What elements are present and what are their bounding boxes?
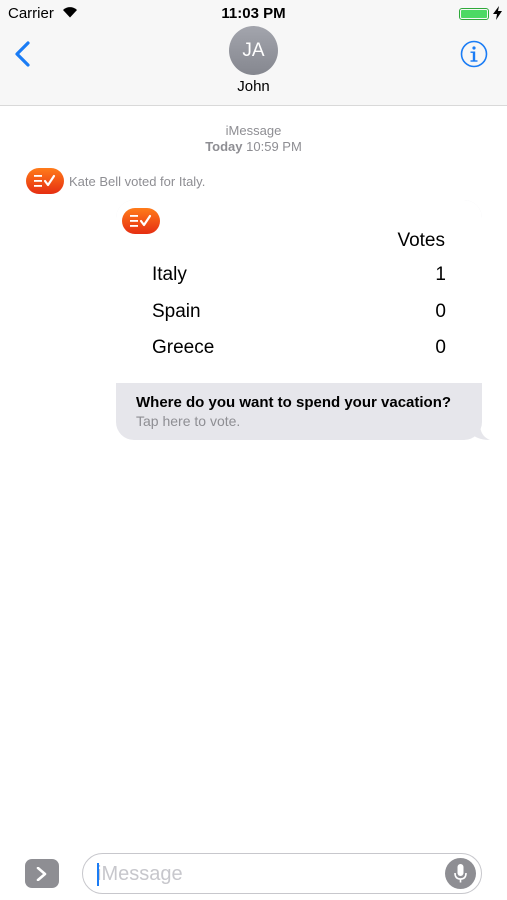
status-bar: Carrier 11:03 PM xyxy=(0,0,507,28)
clock: 11:03 PM xyxy=(221,5,286,22)
chevron-right-icon xyxy=(36,867,47,881)
poll-app-icon xyxy=(122,208,160,234)
charging-bolt-icon xyxy=(493,6,502,20)
poll-option-row: Greece 0 xyxy=(152,337,446,363)
contact-name[interactable]: John xyxy=(0,78,507,95)
dictation-button[interactable] xyxy=(445,858,476,889)
poll-option-name: Greece xyxy=(152,337,215,358)
vote-notice: Kate Bell voted for Italy. xyxy=(69,174,206,189)
info-icon[interactable] xyxy=(460,40,488,68)
back-chevron-icon[interactable] xyxy=(12,40,34,68)
timestamp-day: Today xyxy=(205,139,243,154)
tap-to-vote-hint: Tap here to vote. xyxy=(136,413,241,429)
poll-results-card: Votes Italy 1 Spain 0 Greece 0 xyxy=(116,200,482,383)
message-input-container[interactable] xyxy=(82,853,482,894)
poll-option-votes: 0 xyxy=(435,301,446,322)
poll-message-bubble[interactable]: Votes Italy 1 Spain 0 Greece 0 Where do … xyxy=(116,200,490,440)
battery-icon xyxy=(459,8,489,20)
poll-option-votes: 1 xyxy=(435,264,446,285)
timestamp-time: 10:59 PM xyxy=(246,139,302,154)
poll-question: Where do you want to spend your vacation… xyxy=(136,394,452,411)
battery-level xyxy=(461,10,487,18)
message-timestamp: Today 10:59 PM xyxy=(0,139,507,154)
service-label: iMessage xyxy=(225,123,282,138)
poll-option-row: Italy 1 xyxy=(152,264,446,290)
text-caret xyxy=(97,863,99,886)
poll-option-votes: 0 xyxy=(435,337,446,358)
microphone-icon xyxy=(454,864,467,883)
message-input[interactable] xyxy=(97,862,437,886)
poll-option-row: Spain 0 xyxy=(152,301,446,327)
app-drawer-button[interactable] xyxy=(25,859,59,888)
poll-option-name: Italy xyxy=(152,264,187,285)
poll-app-icon xyxy=(26,168,64,194)
poll-option-name: Spain xyxy=(152,301,201,322)
bubble-tail xyxy=(470,424,490,440)
avatar[interactable]: JA xyxy=(229,26,278,75)
votes-column-header: Votes xyxy=(397,230,445,251)
